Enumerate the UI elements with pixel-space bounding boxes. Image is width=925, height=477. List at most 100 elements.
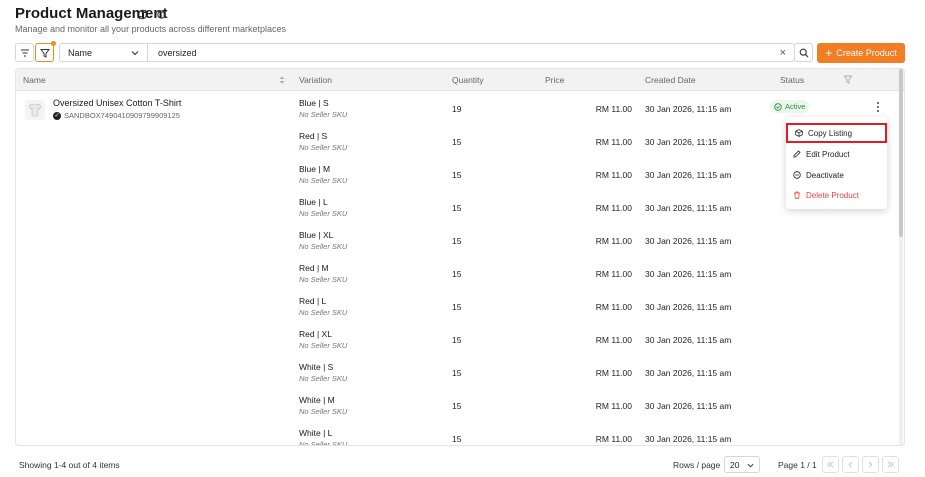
variation-name: Red | M (299, 263, 329, 273)
rows-per-page-value: 20 (730, 459, 740, 470)
search-field-select[interactable]: Name (59, 43, 148, 62)
filter-button[interactable] (35, 41, 56, 62)
variation-created-date: 30 Jan 2026, 11:15 am (645, 137, 732, 147)
menu-item-copy-listing[interactable]: Copy Listing (786, 123, 887, 143)
table-row[interactable]: Red | XL No Seller SKU 15 RM 11.00 30 Jan 20… (16, 329, 904, 362)
chevron-down-icon (747, 463, 754, 468)
double-chevron-right-icon (887, 461, 894, 468)
table-row[interactable]: White | M No Seller SKU 15 RM 11.00 30 Jan 2… (16, 395, 904, 428)
variation-sku: No Seller SKU (299, 275, 348, 284)
variation-created-date: 30 Jan 2026, 11:15 am (645, 401, 732, 411)
variation-quantity: 15 (452, 434, 462, 444)
sync-icon[interactable] (137, 7, 148, 25)
trash-icon (794, 191, 800, 199)
variation-quantity: 15 (452, 170, 462, 180)
create-product-label: Create Product (836, 48, 897, 58)
prev-page-button[interactable] (842, 456, 859, 473)
more-actions-button[interactable] (873, 101, 883, 113)
menu-item-label: Deactivate (806, 170, 844, 180)
variation-price: RM 11.00 (595, 401, 632, 411)
search-input-value: oversized (158, 47, 197, 58)
clear-search-icon[interactable]: × (780, 47, 786, 59)
variation-created-date: 30 Jan 2026, 11:15 am (645, 434, 732, 444)
variation-created-date: 30 Jan 2026, 11:15 am (645, 104, 732, 114)
pagination-summary: Showing 1-4 out of 4 items (19, 460, 120, 470)
variation-price: RM 11.00 (595, 434, 632, 444)
variation-sku: No Seller SKU (299, 110, 348, 119)
refresh-icon[interactable] (156, 7, 167, 25)
search-button[interactable] (794, 43, 813, 62)
variation-name: Red | XL (299, 329, 332, 339)
menu-item-label: Delete Product (806, 190, 859, 200)
menu-item-edit-product[interactable]: Edit Product (786, 144, 887, 164)
table-row[interactable]: White | L No Seller SKU 15 RM 11.00 30 Jan 2… (16, 428, 904, 446)
table-row[interactable]: Red | S No Seller SKU 15 RM 11.00 30 Jan 202… (16, 131, 904, 164)
product-table: Name Variation Quantity Price Created Da… (15, 68, 905, 446)
variation-price: RM 11.00 (595, 269, 632, 279)
variation-name: White | S (299, 362, 334, 372)
variation-sku: No Seller SKU (299, 308, 348, 317)
col-price: Price (545, 75, 565, 85)
menu-item-deactivate[interactable]: Deactivate (786, 165, 887, 185)
variation-created-date: 30 Jan 2026, 11:15 am (645, 302, 732, 312)
variation-quantity: 15 (452, 137, 462, 147)
variation-sku: No Seller SKU (299, 407, 348, 416)
menu-item-delete-product[interactable]: Delete Product (786, 185, 887, 205)
col-quantity: Quantity (452, 75, 484, 85)
row-action-menu: Copy Listing Edit Product Deactivate Del… (786, 117, 887, 209)
variation-sku: No Seller SKU (299, 242, 348, 251)
table-row[interactable]: Blue | L No Seller SKU 15 RM 11.00 30 Jan 20… (16, 197, 904, 230)
rows-per-page-label: Rows / page (673, 460, 721, 470)
variation-sku: No Seller SKU (299, 440, 348, 446)
col-status: Status (780, 75, 805, 85)
first-page-button[interactable] (822, 456, 839, 473)
rows-per-page-select[interactable]: 20 (724, 456, 760, 473)
create-product-button[interactable]: + Create Product (817, 43, 905, 63)
list-filter-icon (20, 48, 29, 57)
variation-quantity: 15 (452, 401, 462, 411)
status-filter-icon[interactable] (844, 75, 852, 84)
variation-created-date: 30 Jan 2026, 11:15 am (645, 368, 732, 378)
variation-created-date: 30 Jan 2026, 11:15 am (645, 170, 732, 180)
status-badge-label: Active (785, 102, 806, 111)
table-scrollbar[interactable] (899, 69, 903, 445)
variation-name: Blue | S (299, 98, 329, 108)
search-input[interactable]: oversized × (147, 43, 795, 62)
variation-created-date: 30 Jan 2026, 11:15 am (645, 203, 732, 213)
table-row[interactable]: Blue | M No Seller SKU 15 RM 11.00 30 Jan 20… (16, 164, 904, 197)
scrollbar-thumb[interactable] (899, 69, 903, 237)
table-row[interactable]: White | S No Seller SKU 15 RM 11.00 30 Jan 2… (16, 362, 904, 395)
column-settings-button[interactable] (15, 43, 34, 62)
variation-sku: No Seller SKU (299, 176, 348, 185)
variation-name: Red | S (299, 131, 328, 141)
plus-icon: + (825, 46, 833, 60)
variation-name: White | M (299, 395, 335, 405)
table-header: Name Variation Quantity Price Created Da… (16, 69, 904, 91)
variation-created-date: 30 Jan 2026, 11:15 am (645, 269, 732, 279)
variation-quantity: 15 (452, 269, 462, 279)
filter-active-dot (51, 41, 56, 46)
variation-price: RM 11.00 (595, 302, 632, 312)
next-page-button[interactable] (862, 456, 879, 473)
variation-quantity: 15 (452, 302, 462, 312)
variation-price: RM 11.00 (595, 368, 632, 378)
col-name: Name (23, 75, 46, 85)
table-row[interactable]: Blue | XL No Seller SKU 15 RM 11.00 30 Jan 2… (16, 230, 904, 263)
search-field-value: Name (68, 47, 93, 58)
table-row[interactable]: Red | L No Seller SKU 15 RM 11.00 30 Jan 202… (16, 296, 904, 329)
menu-item-label: Edit Product (806, 149, 850, 159)
variation-price: RM 11.00 (595, 104, 632, 114)
sort-icon[interactable] (279, 76, 285, 84)
double-chevron-left-icon (827, 461, 834, 468)
check-circle-icon (774, 102, 782, 111)
variation-created-date: 30 Jan 2026, 11:15 am (645, 335, 732, 345)
variation-created-date: 30 Jan 2026, 11:15 am (645, 236, 732, 246)
search-icon (799, 48, 808, 57)
variation-sku: No Seller SKU (299, 341, 348, 350)
header-actions (137, 7, 167, 25)
copy-icon (795, 129, 803, 137)
variation-price: RM 11.00 (595, 137, 632, 147)
last-page-button[interactable] (882, 456, 899, 473)
table-row[interactable]: Red | M No Seller SKU 15 RM 11.00 30 Jan 202… (16, 263, 904, 296)
variation-name: Blue | M (299, 164, 331, 174)
